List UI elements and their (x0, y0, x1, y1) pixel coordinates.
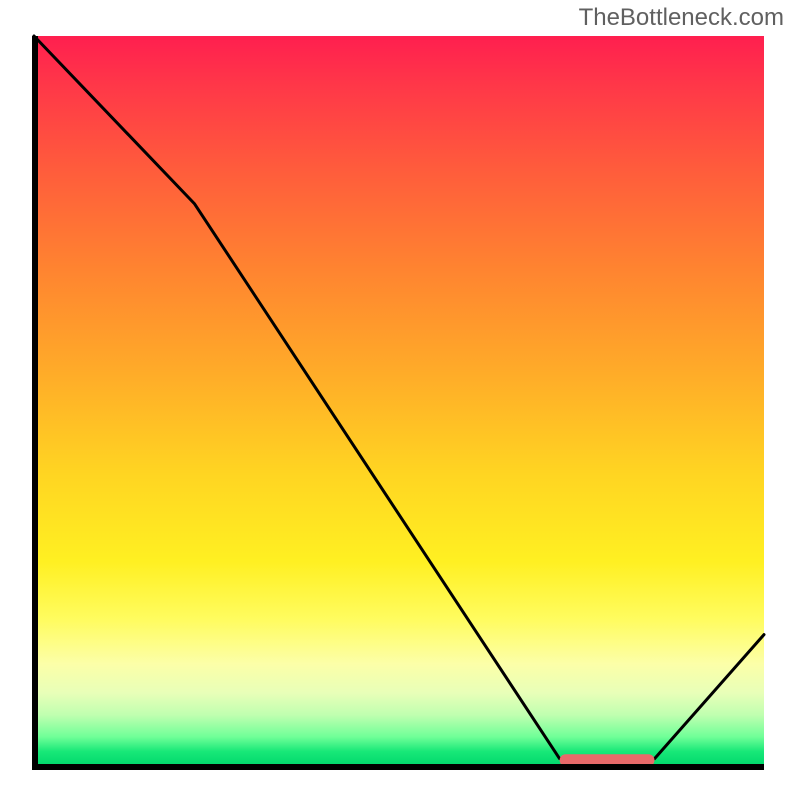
plot-area (34, 36, 764, 766)
chart-container: TheBottleneck.com (0, 0, 800, 800)
chart-overlay-svg (34, 36, 764, 766)
watermark-text: TheBottleneck.com (579, 4, 784, 32)
bottleneck-curve-line (34, 36, 764, 766)
optimal-range-marker (560, 754, 655, 766)
